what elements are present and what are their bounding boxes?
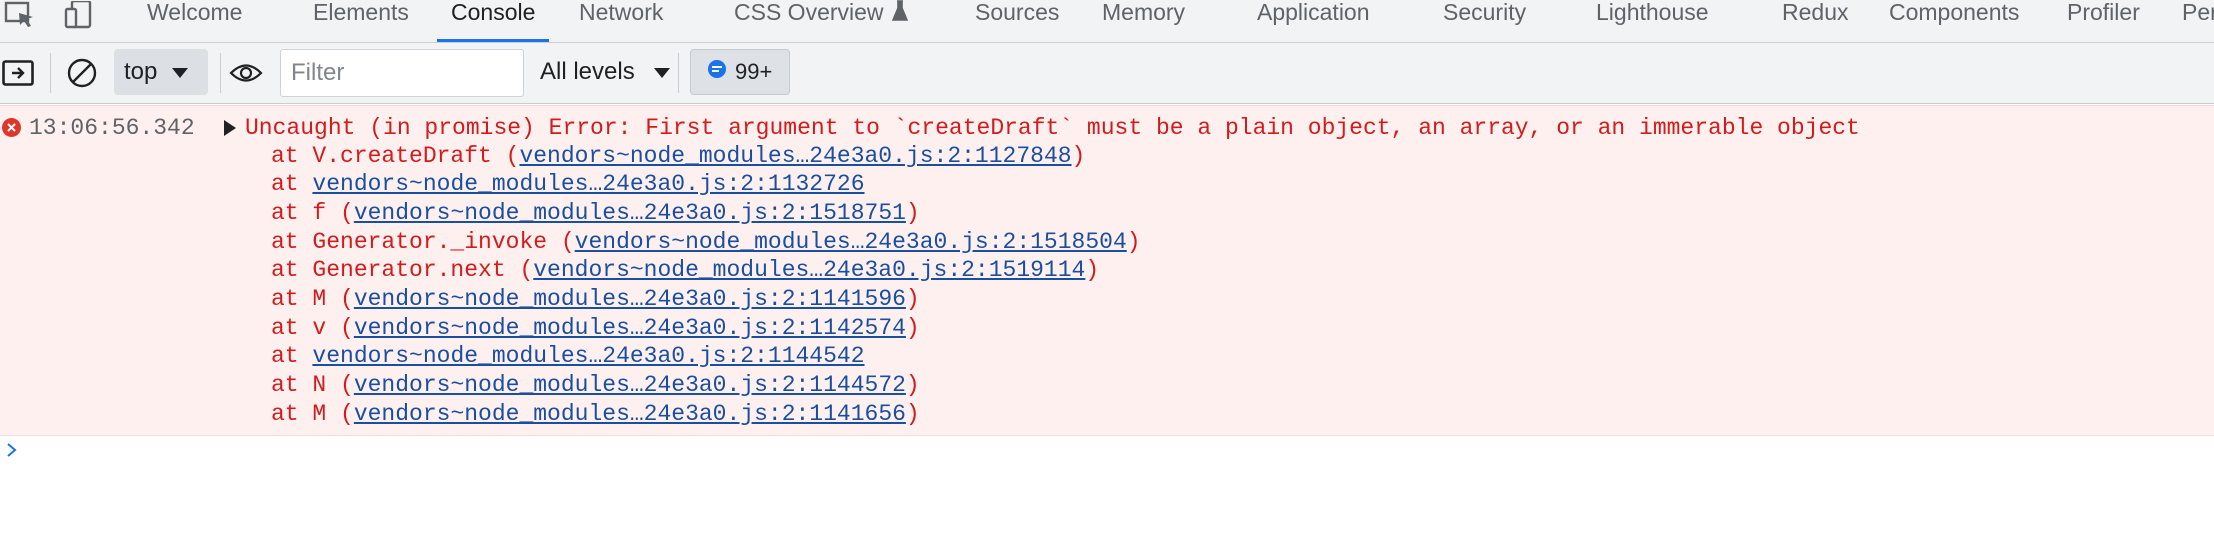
chevron-right-icon <box>6 442 18 463</box>
stack-frame: at vendors~node_modules…24e3a0.js:2:1144… <box>271 343 865 369</box>
stack-frame-link[interactable]: vendors~node_modules…24e3a0.js:2:1519114 <box>533 257 1085 283</box>
stack-frame-link[interactable]: vendors~node_modules…24e3a0.js:2:1141596 <box>354 286 906 312</box>
stack-frame-link[interactable]: vendors~node_modules…24e3a0.js:2:1127848 <box>519 143 1071 169</box>
stack-frame-link[interactable]: vendors~node_modules…24e3a0.js:2:1132726 <box>312 171 864 197</box>
tab-redux[interactable]: Redux <box>1782 0 1848 42</box>
chevron-down-icon <box>653 58 671 86</box>
stack-frame-link[interactable]: vendors~node_modules…24e3a0.js:2:1144572 <box>354 372 906 398</box>
stack-frame: at Generator._invoke (vendors~node_modul… <box>271 229 1141 255</box>
tab-security[interactable]: Security <box>1443 0 1526 42</box>
tab-sources[interactable]: Sources <box>975 0 1059 42</box>
stack-frame: at V.createDraft (vendors~node_modules…2… <box>271 143 1086 169</box>
tab-network[interactable]: Network <box>579 0 663 42</box>
console-error-message: 13:06:56.342 Uncaught (in promise) Error… <box>0 105 2214 436</box>
chevron-down-icon <box>171 58 189 86</box>
tab-overflow[interactable]: Per <box>2182 0 2214 42</box>
tab-css-overview[interactable]: CSS Overview <box>734 0 908 42</box>
stack-frame: at N (vendors~node_modules…24e3a0.js:2:1… <box>271 372 920 398</box>
show-sidebar-icon[interactable] <box>0 55 36 91</box>
stack-frame: at v (vendors~node_modules…24e3a0.js:2:1… <box>271 315 920 341</box>
tab-elements[interactable]: Elements <box>313 0 409 42</box>
error-message-text: Uncaught (in promise) Error: First argum… <box>245 115 1860 141</box>
tab-welcome[interactable]: Welcome <box>147 0 242 42</box>
filter-input[interactable] <box>280 49 524 97</box>
chat-bubble-icon <box>707 59 727 85</box>
tab-application[interactable]: Application <box>1257 0 1370 42</box>
stack-frame-link[interactable]: vendors~node_modules…24e3a0.js:2:1518751 <box>354 200 906 226</box>
inspect-element-icon[interactable] <box>0 0 40 30</box>
stack-frame: at M (vendors~node_modules…24e3a0.js:2:1… <box>271 401 920 427</box>
expand-triangle-icon[interactable] <box>224 120 236 136</box>
issues-counter-button[interactable]: 99+ <box>690 49 790 95</box>
log-levels-dropdown[interactable]: All levels <box>540 49 671 95</box>
message-timestamp: 13:06:56.342 <box>29 115 195 141</box>
execution-context-select[interactable]: top <box>114 49 208 95</box>
devtools-tab-bar: Welcome Elements Console Network CSS Ove… <box>0 0 2214 43</box>
stack-frame-link[interactable]: vendors~node_modules…24e3a0.js:2:1144542 <box>312 343 864 369</box>
log-levels-label: All levels <box>540 58 635 85</box>
stack-frame: at M (vendors~node_modules…24e3a0.js:2:1… <box>271 286 920 312</box>
stack-frame: at f (vendors~node_modules…24e3a0.js:2:1… <box>271 200 920 226</box>
tab-profiler[interactable]: Profiler <box>2067 0 2140 42</box>
error-icon <box>2 118 21 137</box>
live-expression-eye-icon[interactable] <box>226 55 266 91</box>
device-toolbar-icon[interactable] <box>60 0 100 30</box>
stack-frame: at vendors~node_modules…24e3a0.js:2:1132… <box>271 171 865 197</box>
stack-frame: at Generator.next (vendors~node_modules…… <box>271 257 1100 283</box>
tab-memory[interactable]: Memory <box>1102 0 1185 42</box>
execution-context-label: top <box>124 58 158 85</box>
console-messages: 13:06:56.342 Uncaught (in promise) Error… <box>0 105 2214 436</box>
flask-icon <box>891 0 908 26</box>
stack-frame-link[interactable]: vendors~node_modules…24e3a0.js:2:1142574 <box>354 315 906 341</box>
stack-frame-link[interactable]: vendors~node_modules…24e3a0.js:2:1141656 <box>354 401 906 427</box>
tab-console[interactable]: Console <box>436 0 550 42</box>
stack-frame-link[interactable]: vendors~node_modules…24e3a0.js:2:1518504 <box>575 229 1127 255</box>
issues-count: 99+ <box>735 59 773 84</box>
console-toolbar: top All levels 99+ <box>0 43 2214 104</box>
tab-components[interactable]: Components <box>1889 0 2019 42</box>
console-prompt[interactable] <box>0 436 2214 476</box>
clear-console-icon[interactable] <box>64 55 100 91</box>
tab-lighthouse[interactable]: Lighthouse <box>1596 0 1709 42</box>
